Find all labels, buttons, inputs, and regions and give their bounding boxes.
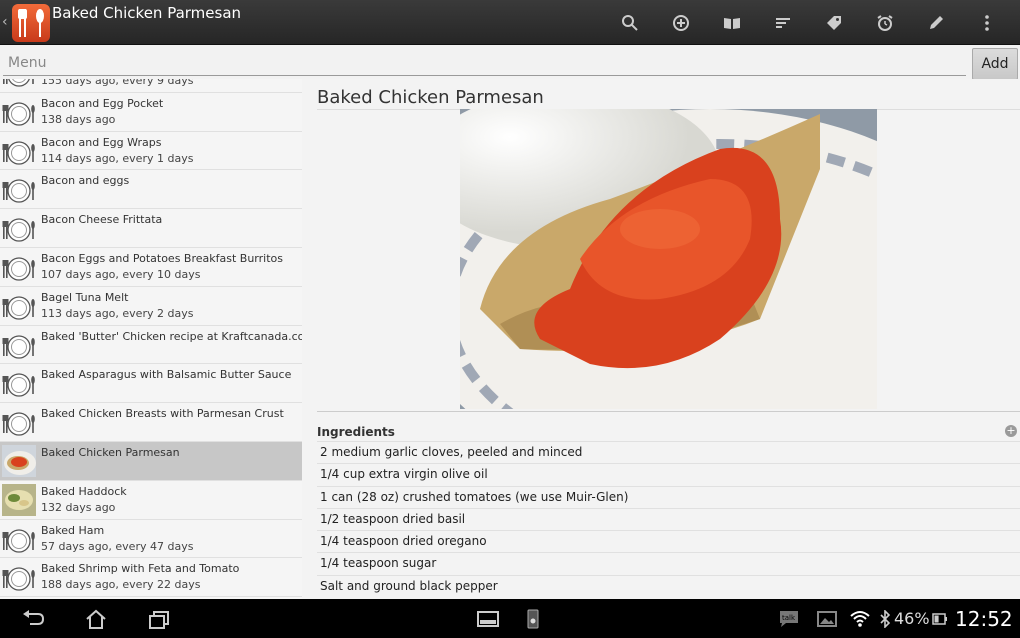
overflow-menu-icon[interactable] (961, 0, 1012, 45)
battery-percent: 46% (894, 609, 930, 628)
book-icon[interactable] (706, 0, 757, 45)
add-circle-icon[interactable] (655, 0, 706, 45)
plate-icon (2, 135, 36, 167)
recipe-row-title: Baked Ham (41, 523, 105, 537)
plate-icon (2, 96, 36, 128)
ingredient-item[interactable]: 1/4 teaspoon sugar (317, 552, 1020, 574)
recipe-row[interactable]: Bacon and Egg Wraps 114 days ago, every 1… (0, 132, 302, 171)
recipe-row-title: Bacon Eggs and Potatoes Breakfast Burrit… (41, 251, 283, 265)
tag-icon[interactable] (808, 0, 859, 45)
recipe-row-subtitle: 138 days ago (41, 112, 116, 126)
app-logo-icon (12, 4, 50, 42)
recipe-thumbnail (2, 444, 36, 477)
add-button[interactable]: Add (972, 48, 1018, 80)
menu-search-input[interactable] (3, 50, 966, 76)
plate-icon (2, 329, 36, 361)
plate-icon (2, 406, 36, 438)
svg-text:talk: talk (782, 614, 796, 622)
battery-icon (932, 612, 947, 625)
recipe-row[interactable]: Baked Haddock 132 days ago (0, 481, 302, 520)
search-icon[interactable] (604, 0, 655, 45)
recipe-row-subtitle: 107 days ago, every 10 days (41, 267, 201, 281)
recipe-list[interactable]: 155 days ago, every 9 days Bacon and Egg … (0, 79, 302, 599)
recipe-row[interactable]: Bacon and eggs (0, 170, 302, 210)
sort-icon[interactable] (757, 0, 808, 45)
recipe-row[interactable]: Baked Chicken Breasts with Parmesan Crus… (0, 403, 302, 442)
pencil-icon[interactable] (910, 0, 961, 45)
recipe-row-title: Baked Chicken Breasts with Parmesan Crus… (41, 407, 284, 421)
action-bar: ‹ Baked Chicken Parmesan (0, 0, 1020, 45)
recipe-row[interactable]: Baked Asparagus with Balsamic Butter Sau… (0, 364, 302, 404)
image-icon (817, 610, 837, 627)
ingredient-item[interactable]: 1/4 cup extra virgin olive oil (317, 463, 1020, 485)
app-home-button[interactable]: ‹ (2, 2, 50, 42)
wifi-icon (850, 610, 870, 627)
recipe-row-title: Bacon and Egg Pocket (41, 96, 164, 110)
plate-icon (2, 173, 36, 205)
recipe-row[interactable]: Bagel Tuna Melt 113 days ago, every 2 day… (0, 287, 302, 326)
recipe-row-title: Baked Shrimp with Feta and Tomato (41, 562, 240, 576)
ingredient-item[interactable]: 1/4 teaspoon dried oregano (317, 530, 1020, 552)
recipe-row-subtitle: 57 days ago, every 47 days (41, 539, 194, 553)
recipe-row-subtitle: 114 days ago, every 1 days (41, 151, 194, 165)
recipe-thumbnail (2, 483, 36, 516)
recipe-row[interactable]: Bacon Eggs and Potatoes Breakfast Burrit… (0, 248, 302, 287)
plate-icon (2, 290, 36, 322)
add-ingredient-icon[interactable]: + (1005, 425, 1017, 437)
recipe-row-title: Bacon and Egg Wraps (41, 135, 162, 149)
ingredient-item[interactable]: Salt and ground black pepper (317, 574, 1020, 597)
ingredient-item[interactable]: 1 can (28 oz) crushed tomatoes (we use M… (317, 485, 1020, 508)
screenshot-icon[interactable] (522, 609, 544, 629)
window-icon[interactable] (477, 609, 499, 629)
plate-icon (2, 212, 36, 244)
home-icon[interactable] (83, 608, 109, 630)
recipe-title: Baked Chicken Parmesan (317, 87, 544, 108)
recipe-row-title: Baked Haddock (41, 484, 127, 498)
recipe-detail: Baked Chicken Parmesan Ingredients + 2 m… (302, 79, 1020, 599)
system-bar: talk 46% 12:52 (0, 599, 1020, 638)
recipe-row-subtitle: 113 days ago, every 2 days (41, 306, 194, 320)
plate-icon (2, 251, 36, 283)
recipe-row[interactable]: 155 days ago, every 9 days (0, 79, 302, 93)
recipe-row[interactable]: Bacon and Egg Pocket 138 days ago (0, 93, 302, 132)
talk-icon: talk (780, 610, 798, 627)
ingredient-item[interactable]: 1/2 teaspoon dried basil (317, 507, 1020, 530)
recipe-row-title: Baked Chicken Parmesan (41, 445, 180, 459)
recipe-row-subtitle: 155 days ago, every 9 days (41, 79, 194, 87)
recipe-row-subtitle: 188 days ago, every 22 days (41, 578, 201, 592)
recipe-row[interactable]: Bacon Cheese Frittata (0, 209, 302, 248)
recipe-row[interactable]: Baked Chicken Parmesan (0, 441, 302, 481)
plate-icon (2, 561, 36, 593)
chevron-left-icon: ‹ (2, 14, 8, 30)
clock: 12:52 (955, 606, 1013, 631)
recipe-row-title: Bacon and eggs (41, 174, 130, 188)
recipe-row-title: Bacon Cheese Frittata (41, 213, 163, 227)
back-icon[interactable] (20, 608, 46, 630)
plate-icon (2, 367, 36, 399)
bluetooth-icon (880, 609, 891, 628)
app-title: Baked Chicken Parmesan (52, 4, 242, 22)
recipe-photo (460, 109, 877, 409)
recipe-row-title: Baked Asparagus with Balsamic Butter Sau… (41, 368, 292, 382)
ingredients-header: Ingredients (317, 425, 395, 439)
recipe-row[interactable]: Baked Ham 57 days ago, every 47 days (0, 520, 302, 559)
recipe-row[interactable]: Baked 'Butter' Chicken recipe at Kraftca… (0, 326, 302, 365)
alarm-clock-icon[interactable] (859, 0, 910, 45)
plate-icon (2, 79, 36, 89)
recipe-row-title: Baked 'Butter' Chicken recipe at Kraftca… (41, 329, 302, 343)
recipe-row-title: Bagel Tuna Melt (41, 290, 129, 304)
recent-apps-icon[interactable] (146, 608, 172, 630)
plate-icon (2, 523, 36, 555)
divider (317, 411, 1020, 412)
recipe-row-subtitle: 132 days ago (41, 500, 116, 514)
ingredients-list: 2 medium garlic cloves, peeled and mince… (317, 441, 1020, 597)
ingredient-item[interactable]: 2 medium garlic cloves, peeled and mince… (317, 441, 1020, 463)
recipe-row[interactable]: Baked Shrimp with Feta and Tomato 188 day… (0, 558, 302, 598)
